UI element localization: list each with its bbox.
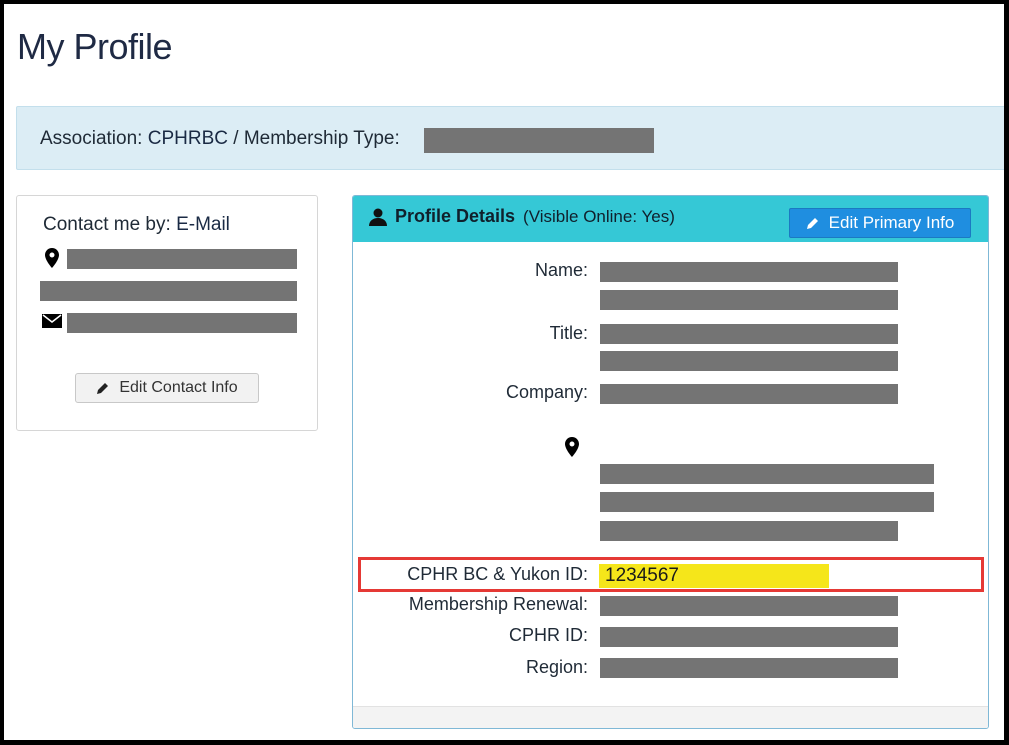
membership-type-redacted (424, 128, 654, 153)
membership-type-label: Membership Type: (243, 128, 400, 149)
title-redacted-1 (600, 324, 898, 344)
cphr-id-label: CPHR ID: (508, 625, 588, 645)
edit-contact-info-button[interactable]: Edit Contact Info (75, 373, 259, 403)
separator: / (233, 128, 239, 149)
profile-details-heading: Profile Details (395, 206, 516, 226)
address-redacted-2 (40, 281, 297, 301)
contact-by-label: Contact me by: (43, 214, 171, 235)
title-redacted-2 (600, 351, 898, 371)
edit-primary-info-button[interactable]: Edit Primary Info (789, 208, 971, 238)
map-marker-icon (565, 437, 579, 457)
contact-preference: Contact me by: E-Mail (43, 214, 230, 236)
membership-renewal-redacted (600, 596, 898, 616)
contact-by-value: E-Mail (176, 214, 230, 235)
page-title: My Profile (17, 26, 173, 67)
company-redacted (600, 384, 898, 404)
region-label: Region: (525, 657, 588, 677)
profile-details-footer (353, 706, 988, 728)
map-marker-icon (45, 248, 59, 268)
company-label: Company: (505, 382, 588, 402)
name-label: Name: (534, 260, 588, 280)
page-frame: My Profile Association: CPHRBC / Members… (4, 4, 1004, 740)
title-label: Title: (549, 323, 588, 343)
envelope-icon (42, 314, 62, 328)
highlight-annotation-box (358, 557, 984, 592)
address-redacted-3 (600, 521, 898, 541)
association-text: Association: CPHRBC / Membership Type: (40, 128, 400, 150)
association-bar: Association: CPHRBC / Membership Type: (16, 106, 1004, 170)
association-value: CPHRBC (147, 128, 228, 149)
edit-contact-info-label: Edit Contact Info (119, 379, 238, 396)
name-redacted-2 (600, 290, 898, 310)
visible-online-status: (Visible Online: Yes) (523, 206, 675, 226)
association-label: Association: (40, 128, 143, 149)
address-redacted-1 (600, 464, 934, 484)
contact-panel: Contact me by: E-Mail Edit Contact Info (16, 195, 318, 431)
name-redacted-1 (600, 262, 898, 282)
edit-primary-info-label: Edit Primary Info (828, 213, 955, 232)
user-icon (369, 208, 387, 226)
address-redacted-2 (600, 492, 934, 512)
profile-details-header: Profile Details (Visible Online: Yes) Ed… (353, 196, 988, 242)
cphr-id-redacted (600, 627, 898, 647)
profile-details-panel: Profile Details (Visible Online: Yes) Ed… (352, 195, 989, 729)
pencil-icon (97, 382, 109, 394)
profile-details-title: Profile Details (Visible Online: Yes) (369, 206, 675, 227)
address-redacted-1 (67, 249, 297, 269)
membership-renewal-label: Membership Renewal: (408, 594, 588, 614)
email-redacted (67, 313, 297, 333)
region-redacted (600, 658, 898, 678)
pencil-icon (806, 217, 818, 229)
